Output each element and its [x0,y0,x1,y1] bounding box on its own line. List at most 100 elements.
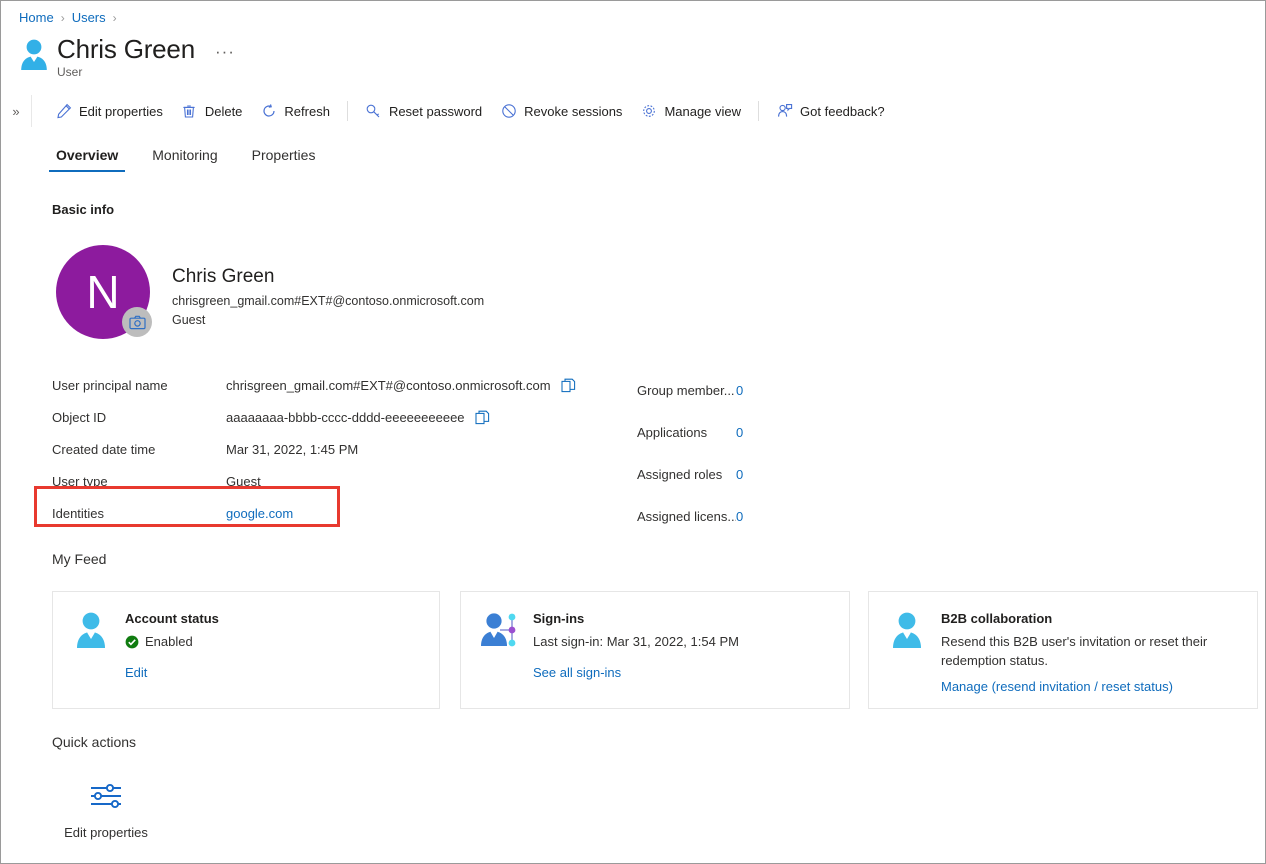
quick-action-label: Edit properties [64,825,148,840]
stat-row: Assigned licens... 0 [637,495,897,537]
stat-label: Assigned roles [637,466,723,482]
stat-row: Applications 0 [637,411,897,453]
copy-icon[interactable] [561,377,577,393]
property-row: Created date time Mar 31, 2022, 1:45 PM [52,433,612,465]
profile-user-type: Guest [172,313,206,327]
breadcrumb: Home › Users › [19,10,117,25]
stats-list: Group member... 0 Applications 0 Assigne… [637,369,897,537]
identities-link[interactable]: google.com [226,506,293,521]
command-bar-divider [758,101,760,121]
feed-card-b2b-collaboration: B2B collaboration Resend this B2B user's… [868,591,1258,709]
feed-card-link-see-all-sign-ins[interactable]: See all sign-ins [533,665,621,680]
edit-properties-button-label: Edit properties [79,103,163,119]
command-bar-divider [346,101,348,121]
property-label: Object ID [52,409,107,425]
feed-card-link-manage-b2b[interactable]: Manage (resend invitation / reset status… [941,679,1173,694]
property-label: Created date time [52,441,156,457]
breadcrumb-item-users[interactable]: Users [72,10,106,25]
property-label: User principal name [52,377,168,393]
property-label: User type [52,473,108,489]
tab-bar: Overview Monitoring Properties [47,141,340,172]
feed-card-link-edit[interactable]: Edit [125,665,147,680]
feed-card-status: Enabled [125,632,423,651]
key-icon [365,103,382,120]
breadcrumb-separator-icon: › [112,10,117,25]
delete-button-label: Delete [204,103,243,119]
check-circle-icon [125,635,139,649]
user-icon [19,38,49,76]
more-options-icon[interactable]: ··· [211,43,239,60]
reset-password-button-label: Reset password [388,103,483,119]
b2b-user-icon [887,610,927,650]
tab-properties[interactable]: Properties [243,141,325,172]
copy-icon[interactable] [475,409,491,425]
property-value-text: chrisgreen_gmail.com#EXT#@contoso.onmicr… [226,377,551,393]
properties-list: User principal name chrisgreen_gmail.com… [52,369,612,529]
quick-actions-heading: Quick actions [52,734,137,750]
property-label: Identities [52,505,105,521]
revoke-sessions-button[interactable]: Revoke sessions [491,95,631,127]
property-value: Mar 31, 2022, 1:45 PM [226,442,358,457]
my-feed-heading: My Feed [52,551,107,567]
breadcrumb-separator-icon: › [60,10,65,25]
property-row: User principal name chrisgreen_gmail.com… [52,369,612,401]
feed-card-title: B2B collaboration [941,611,1053,626]
basic-info-heading: Basic info [52,202,115,217]
feed-card-description: Resend this B2B user's invitation or res… [941,634,1208,668]
feedback-icon [776,103,793,120]
quick-action-edit-properties[interactable]: Edit properties [63,779,149,840]
avatar-initial: N [86,266,120,318]
page-title: Chris Green [57,34,195,64]
stat-value-assigned-licenses[interactable]: 0 [736,509,743,524]
user-status-icon [71,610,111,650]
property-value: chrisgreen_gmail.com#EXT#@contoso.onmicr… [226,377,577,393]
page-header: Chris Green ··· User [19,34,239,80]
refresh-button-label: Refresh [284,103,330,119]
command-bar: » Edit properties Delete Refresh Reset p… [1,95,1265,127]
expand-nav-icon[interactable]: » [1,95,32,127]
profile-name: Chris Green [172,266,275,287]
tab-monitoring[interactable]: Monitoring [143,141,226,172]
stat-value-applications[interactable]: 0 [736,425,743,440]
trash-icon [181,103,198,120]
page-subtitle: User [57,65,83,79]
stat-value-assigned-roles[interactable]: 0 [736,467,743,482]
block-icon [500,103,517,120]
feed-card-status-text: Enabled [145,634,193,649]
feed-card-title: Account status [125,611,219,626]
property-row-identities: Identities google.com [52,497,612,529]
stat-row: Assigned roles 0 [637,453,897,495]
reset-password-button[interactable]: Reset password [356,95,491,127]
feed-card-description: Last sign-in: Mar 31, 2022, 1:54 PM [533,634,739,649]
property-row: User type Guest [52,465,612,497]
manage-view-button[interactable]: Manage view [631,95,750,127]
breadcrumb-item-home[interactable]: Home [19,10,54,25]
sliders-icon [89,779,123,813]
refresh-icon [260,103,277,120]
azure-user-overview-page: Home › Users › Chris Green ··· User » Ed… [0,0,1266,864]
stat-value-group-memberships[interactable]: 0 [736,383,743,398]
feed-card-sign-ins: Sign-ins Last sign-in: Mar 31, 2022, 1:5… [460,591,850,709]
sign-ins-icon [479,610,519,650]
stat-row: Group member... 0 [637,369,897,411]
profile-block: N Chris Green chrisgreen_gmail.com#EXT#@… [56,245,484,339]
got-feedback-button-label: Got feedback? [800,103,885,119]
pencil-icon [55,103,72,120]
got-feedback-button[interactable]: Got feedback? [767,95,894,127]
property-row: Object ID aaaaaaaa-bbbb-cccc-dddd-eeeeee… [52,401,612,433]
stat-label: Assigned licens... [637,508,736,524]
tab-overview[interactable]: Overview [47,141,127,172]
stat-label: Applications [637,424,708,440]
feed-card-account-status: Account status Enabled Edit [52,591,440,709]
delete-button[interactable]: Delete [172,95,252,127]
refresh-button[interactable]: Refresh [251,95,339,127]
avatar: N [56,245,152,339]
camera-icon[interactable] [122,307,152,337]
property-value: aaaaaaaa-bbbb-cccc-dddd-eeeeeeeeeee [226,409,491,425]
revoke-sessions-button-label: Revoke sessions [524,103,623,119]
property-value-text: Guest [226,473,261,489]
property-value-text: Mar 31, 2022, 1:45 PM [226,441,359,457]
gear-icon [640,103,657,120]
profile-upn: chrisgreen_gmail.com#EXT#@contoso.onmicr… [172,294,485,308]
edit-properties-button[interactable]: Edit properties [46,95,172,127]
